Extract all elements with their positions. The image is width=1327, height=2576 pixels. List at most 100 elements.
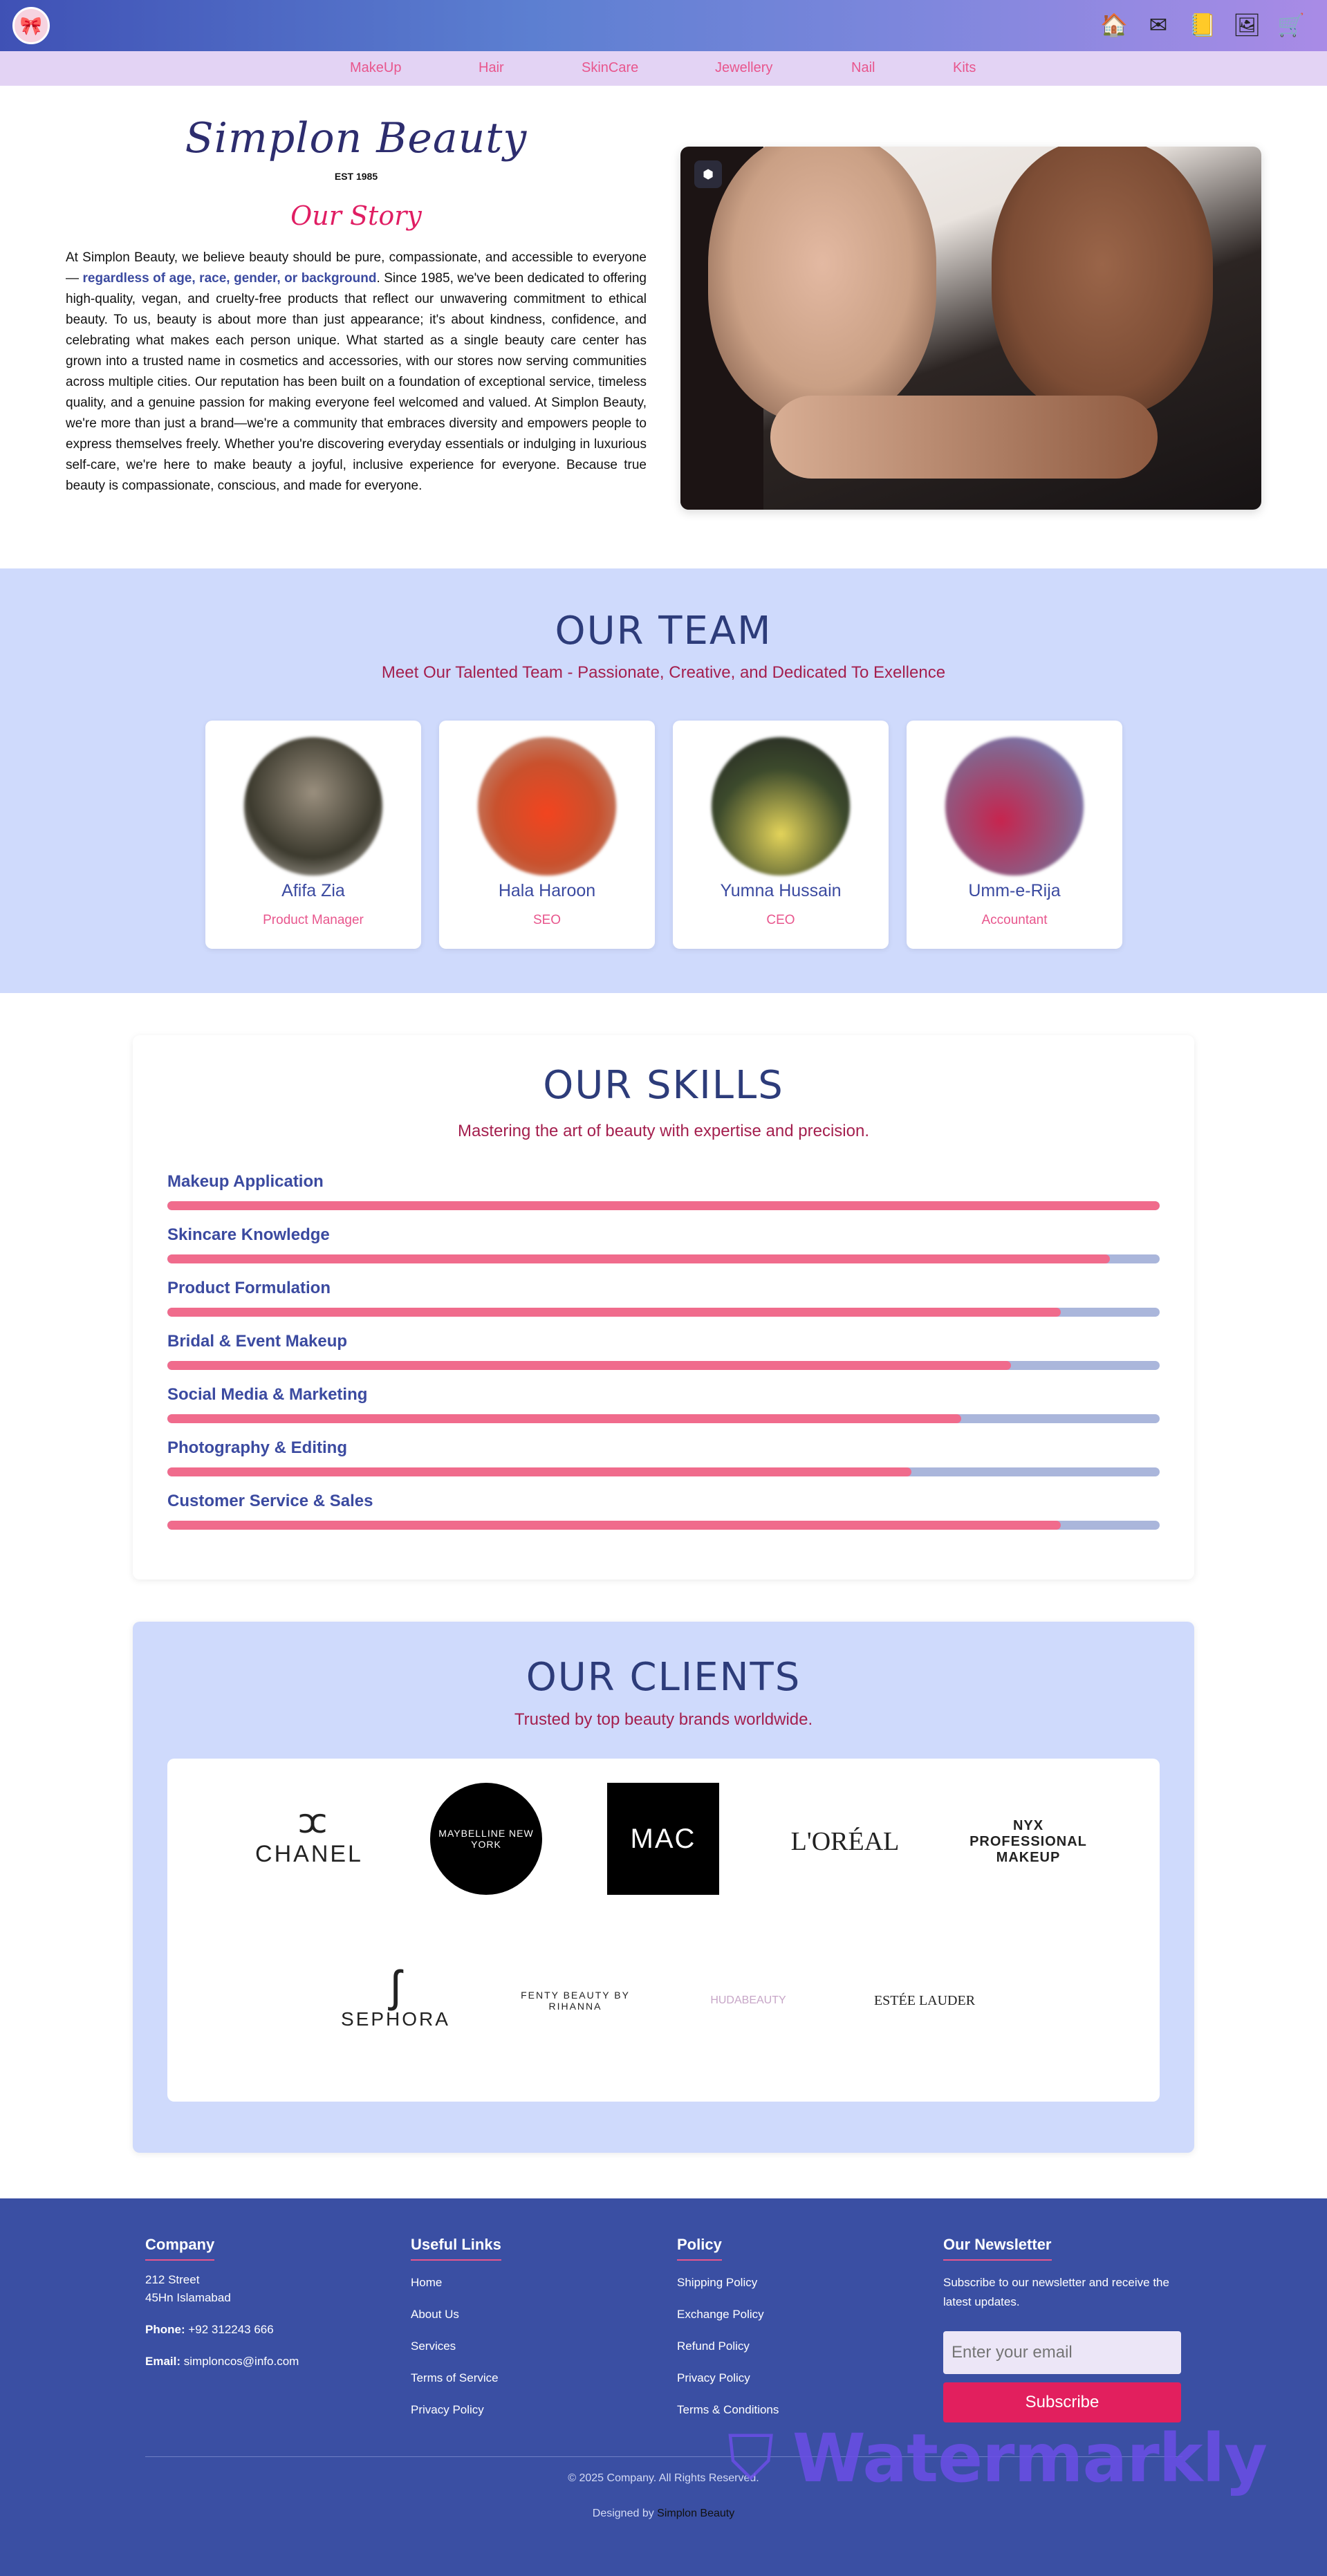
- skill-progress-bar: [167, 1308, 1160, 1317]
- policy-terms[interactable]: Terms & Conditions: [677, 2403, 779, 2417]
- policy-refund[interactable]: Refund Policy: [677, 2339, 779, 2353]
- skill-progress-fill: [167, 1521, 1061, 1530]
- footer-link-services[interactable]: Services: [411, 2339, 501, 2353]
- footer-company-title: Company: [145, 2236, 215, 2261]
- skill-label: Photography & Editing: [167, 1438, 347, 1457]
- team-card: Afifa Zia Product Manager: [205, 721, 421, 949]
- skill-label: Bridal & Event Makeup: [167, 1332, 348, 1351]
- email-address: simploncos@info.com: [183, 2355, 299, 2368]
- skill-row: Makeup Application: [167, 1172, 1160, 1210]
- member-role: Product Manager: [263, 913, 364, 927]
- huda-logo: HUDABEAUTY: [710, 1994, 786, 2006]
- skill-progress-bar: [167, 1467, 1160, 1476]
- image-badge-icon[interactable]: ⬢: [694, 160, 722, 188]
- nav-nail[interactable]: Nail: [851, 60, 875, 76]
- footer-link-home[interactable]: Home: [411, 2276, 501, 2290]
- newsletter-text: Subscribe to our newsletter and receive …: [943, 2276, 1169, 2308]
- address-street: 212 Street: [145, 2273, 200, 2286]
- skill-row: Bridal & Event Makeup: [167, 1332, 1160, 1370]
- footer-link-terms[interactable]: Terms of Service: [411, 2371, 501, 2385]
- policy-shipping[interactable]: Shipping Policy: [677, 2276, 779, 2290]
- top-bar: 🎀 🏠 ✉ 📒 🖼 🛒: [0, 0, 1327, 51]
- policy-exchange[interactable]: Exchange Policy: [677, 2308, 779, 2322]
- story-text: At Simplon Beauty, we believe beauty sho…: [66, 250, 647, 493]
- skill-progress-fill: [167, 1414, 961, 1423]
- footer-policy-title: Policy: [677, 2236, 722, 2261]
- nyx-logo: NYX PROFESSIONAL MAKEUP: [969, 1817, 1087, 1865]
- skill-label: Makeup Application: [167, 1172, 324, 1191]
- member-role: CEO: [766, 913, 795, 927]
- footer-newsletter: Our Newsletter Subscribe to our newslett…: [943, 2236, 1192, 2312]
- team-title: OUR TEAM: [555, 609, 772, 654]
- member-name: Afifa Zia: [281, 881, 345, 900]
- avatar: [945, 737, 1084, 875]
- skills-subtitle: Mastering the art of beauty with experti…: [458, 1122, 869, 1140]
- skill-label: Social Media & Marketing: [167, 1385, 368, 1404]
- clients-section: OUR CLIENTS Trusted by top beauty brands…: [133, 1622, 1194, 2153]
- skill-row: Customer Service & Sales: [167, 1492, 1160, 1530]
- policy-privacy[interactable]: Privacy Policy: [677, 2371, 779, 2385]
- skill-label: Skincare Knowledge: [167, 1225, 330, 1244]
- address-city: 45Hn Islamabad: [145, 2291, 231, 2304]
- footer-company: Company 212 Street 45Hn Islamabad Phone:…: [145, 2236, 299, 2368]
- skill-progress-fill: [167, 1254, 1111, 1263]
- brand-logo[interactable]: 🎀: [12, 7, 50, 44]
- skill-progress-bar: [167, 1254, 1160, 1263]
- member-name: Yumna Hussain: [720, 881, 842, 900]
- skill-progress-bar: [167, 1361, 1160, 1370]
- maybelline-logo: MAYBELLINE NEW YORK: [430, 1783, 542, 1895]
- document-icon[interactable]: 📒: [1187, 10, 1218, 40]
- newsletter-email-input[interactable]: [943, 2331, 1181, 2374]
- estee-lauder-logo: ESTÉE LAUDER: [873, 1992, 976, 2008]
- member-role: SEO: [532, 913, 562, 927]
- skill-progress-bar: [167, 1521, 1160, 1530]
- team-subtitle: Meet Our Talented Team - Passionate, Cre…: [381, 663, 946, 682]
- skills-section: OUR SKILLS Mastering the art of beauty w…: [133, 1035, 1194, 1579]
- team-card: Yumna Hussain CEO: [673, 721, 889, 949]
- skill-row: Skincare Knowledge: [167, 1225, 1160, 1263]
- loreal-logo: L'ORÉAL: [790, 1827, 900, 1856]
- nav-skincare[interactable]: SkinCare: [582, 60, 638, 76]
- avatar: [478, 737, 616, 875]
- cart-icon[interactable]: 🛒: [1276, 10, 1306, 40]
- watermark-text: Watermarkly: [792, 2420, 1268, 2497]
- story-highlight: regardless of age, race, gender, or back…: [82, 271, 377, 286]
- chanel-logo: ↄc CHANEL: [255, 1801, 363, 1867]
- skill-row: Product Formulation: [167, 1279, 1160, 1317]
- designer-name[interactable]: Simplon Beauty: [657, 2508, 734, 2519]
- avatar: [244, 737, 382, 875]
- avatar: [712, 737, 850, 875]
- mail-icon[interactable]: ✉: [1143, 10, 1173, 40]
- team-card: Umm-e-Rija Accountant: [907, 721, 1122, 949]
- skill-label: Customer Service & Sales: [167, 1492, 373, 1510]
- member-name: Umm-e-Rija: [968, 881, 1061, 900]
- skill-row: Social Media & Marketing: [167, 1385, 1160, 1423]
- image-icon[interactable]: 🖼: [1232, 10, 1262, 40]
- watermark: ⛉ Watermarkly: [727, 2417, 1268, 2500]
- footer-link-privacy[interactable]: Privacy Policy: [411, 2403, 501, 2417]
- footer-links-title: Useful Links: [411, 2236, 501, 2261]
- skill-progress-fill: [167, 1361, 1011, 1370]
- newsletter-title: Our Newsletter: [943, 2236, 1052, 2261]
- phone-number: +92 312243 666: [188, 2323, 274, 2336]
- skills-title: OUR SKILLS: [543, 1063, 784, 1108]
- home-icon[interactable]: 🏠: [1099, 10, 1129, 40]
- shield-icon: ⛉: [727, 2424, 774, 2493]
- client-logos: ↄc CHANEL MAYBELLINE NEW YORK MAC L'ORÉA…: [167, 1759, 1160, 2102]
- skill-progress-bar: [167, 1201, 1160, 1210]
- nav-kits[interactable]: Kits: [953, 60, 976, 76]
- team-section: OUR TEAM Meet Our Talented Team - Passio…: [0, 568, 1327, 993]
- mac-logo: MAC: [607, 1783, 719, 1895]
- team-card: Hala Haroon SEO: [439, 721, 655, 949]
- established-label: EST 1985: [334, 171, 378, 182]
- brand-title: Simplon Beauty: [185, 114, 528, 163]
- skill-progress-fill: [167, 1201, 1160, 1210]
- hero-image: ⬢: [680, 147, 1261, 510]
- footer-link-about[interactable]: About Us: [411, 2308, 501, 2322]
- designed-by: Designed by Simplon Beauty: [592, 2508, 735, 2519]
- nav-makeup[interactable]: MakeUp: [350, 60, 401, 76]
- skill-row: Photography & Editing: [167, 1438, 1160, 1476]
- nav-hair[interactable]: Hair: [479, 60, 504, 76]
- nav-jewellery[interactable]: Jewellery: [715, 60, 772, 76]
- clients-subtitle: Trusted by top beauty brands worldwide.: [514, 1710, 813, 1729]
